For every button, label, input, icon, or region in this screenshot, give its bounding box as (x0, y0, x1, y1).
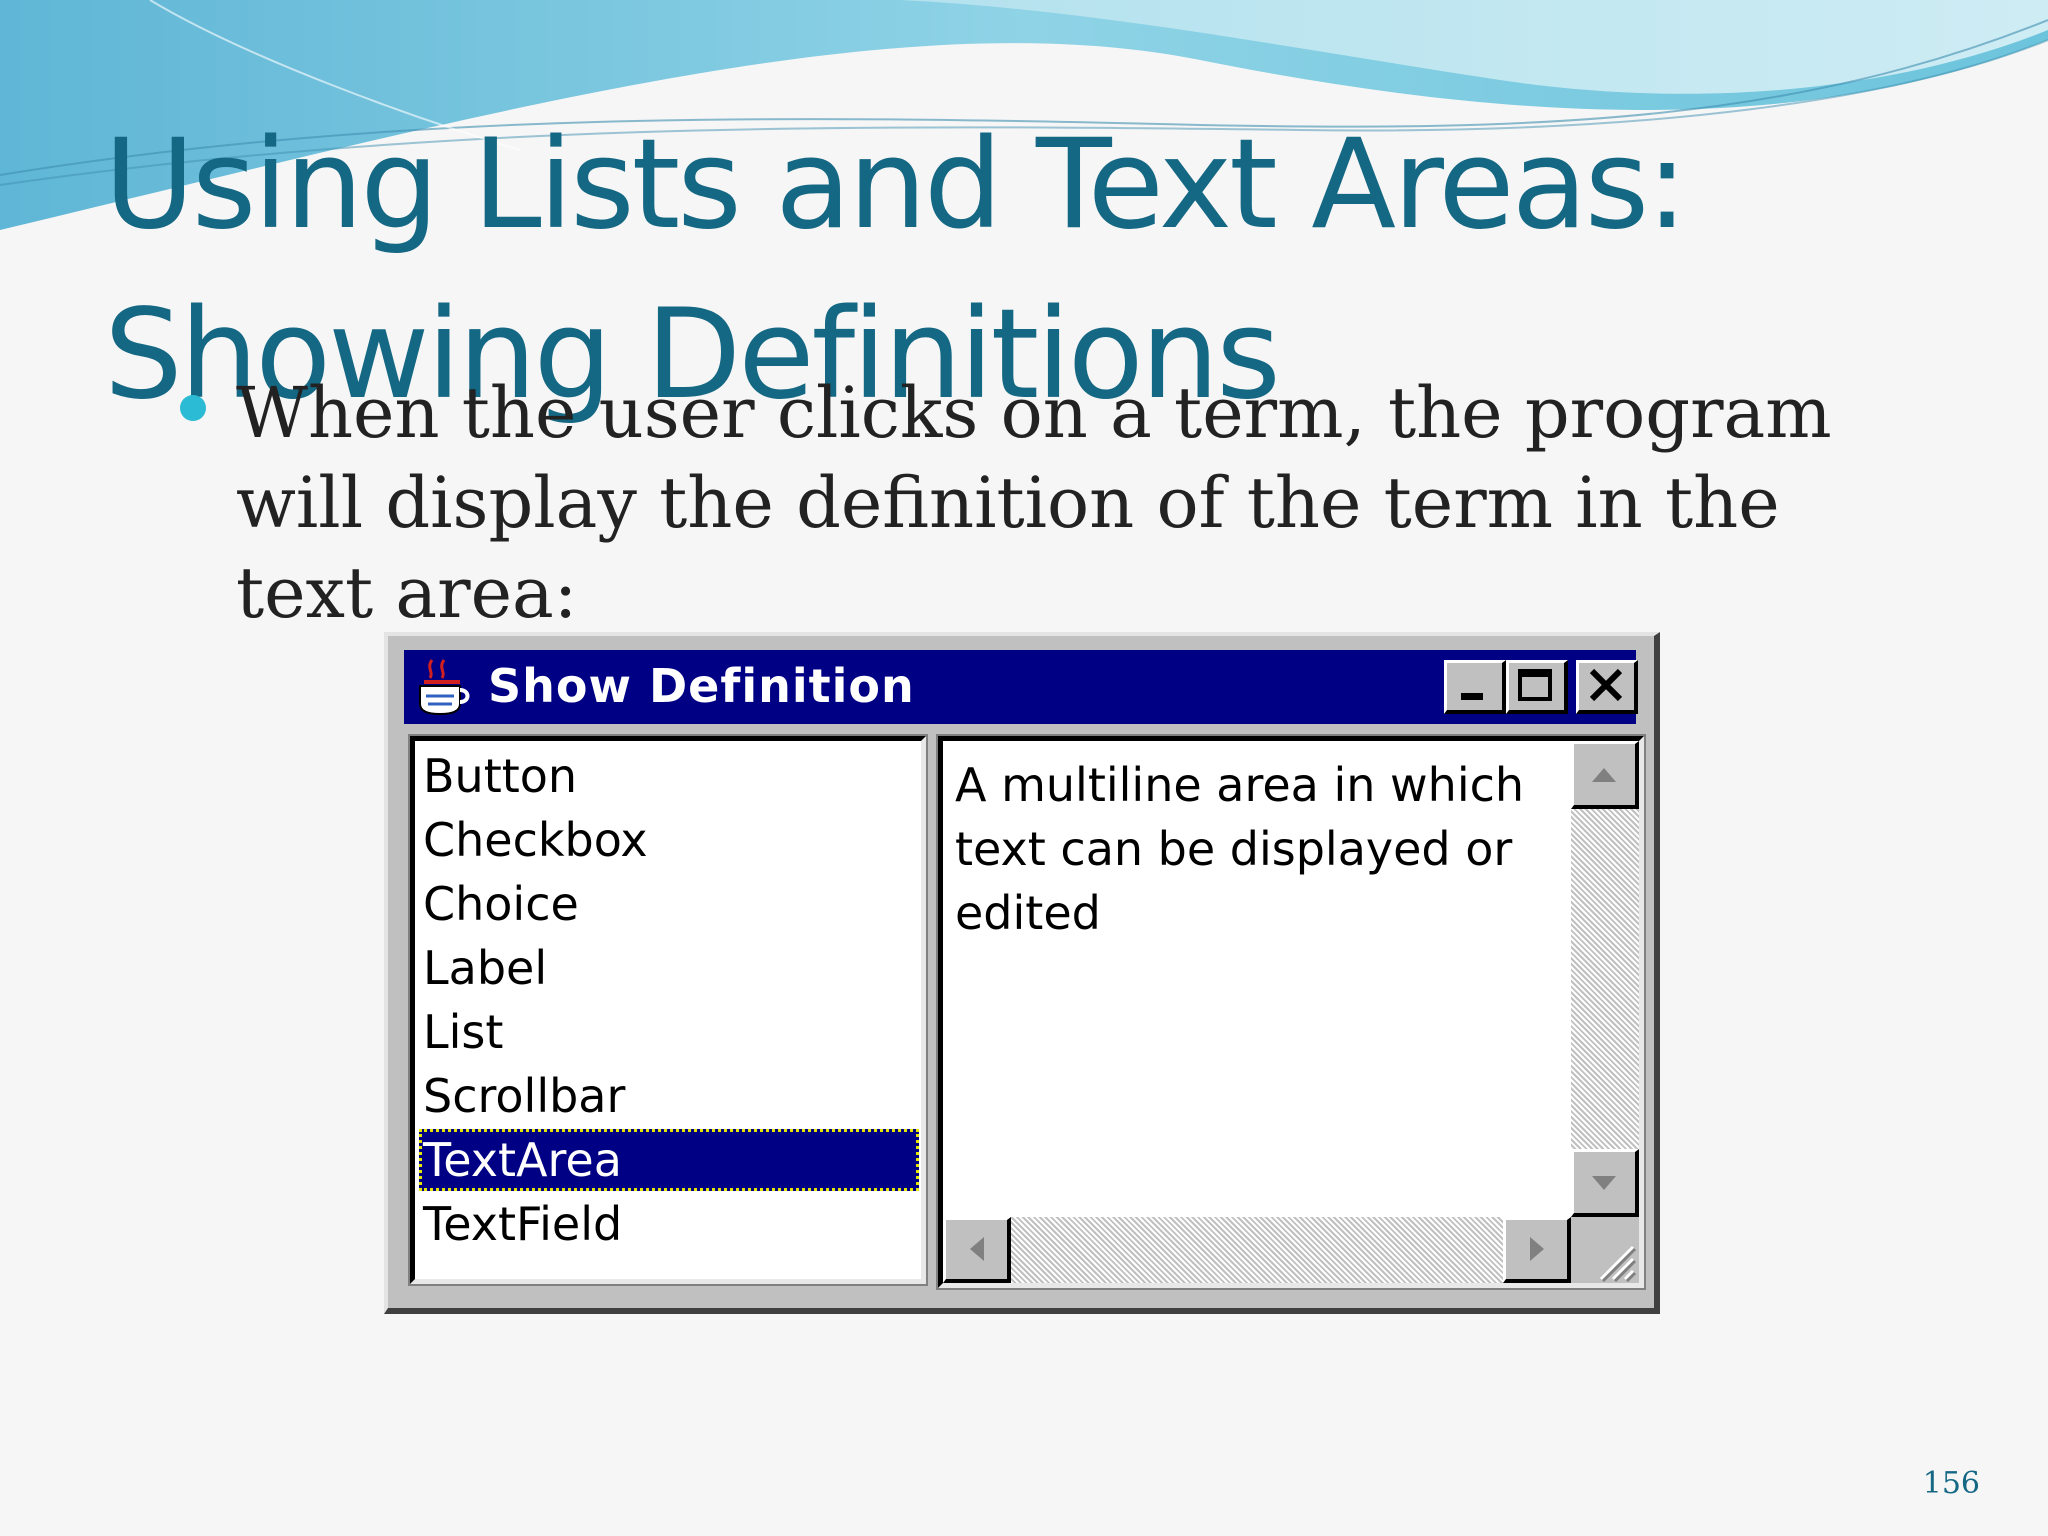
list-item-textarea[interactable]: TextArea (419, 1129, 919, 1191)
arrow-right-icon (1530, 1237, 1544, 1261)
bullet-text: When the user clicks on a term, the prog… (236, 372, 1832, 634)
scroll-down-button[interactable] (1571, 1149, 1639, 1217)
close-button[interactable] (1576, 660, 1638, 714)
arrow-up-icon (1592, 768, 1616, 782)
resize-grip[interactable] (1571, 1217, 1639, 1283)
scroll-right-button[interactable] (1503, 1217, 1571, 1283)
arrow-left-icon (970, 1237, 984, 1261)
maximize-icon (1518, 669, 1552, 701)
list-item-scrollbar[interactable]: Scrollbar (419, 1065, 919, 1127)
list-item-textfield[interactable]: TextField (419, 1193, 919, 1255)
minimize-button[interactable] (1444, 660, 1506, 714)
list-item-label[interactable]: Label (419, 937, 919, 999)
window-title: Show Definition (488, 659, 915, 713)
bullet-dot-icon (180, 395, 206, 421)
close-icon (1589, 668, 1623, 702)
scroll-left-button[interactable] (943, 1217, 1011, 1283)
vertical-scrollbar[interactable] (1571, 741, 1639, 1217)
java-app-icon (410, 656, 476, 722)
definition-text: A multiline area in which text can be di… (955, 753, 1575, 945)
definition-line-2: text can be displayed or (955, 822, 1513, 876)
definition-line-3: edited (955, 886, 1101, 940)
horizontal-scrollbar[interactable] (943, 1217, 1571, 1283)
maximize-button[interactable] (1506, 660, 1568, 714)
terms-list[interactable]: Button Checkbox Choice Label List Scroll… (408, 734, 928, 1286)
list-item-list[interactable]: List (419, 1001, 919, 1063)
list-item-button[interactable]: Button (419, 745, 919, 807)
slide-title-line-1: Using Lists and Text Areas: (104, 113, 1688, 257)
list-item-choice[interactable]: Choice (419, 873, 919, 935)
arrow-down-icon (1592, 1176, 1616, 1190)
show-definition-window: Show Definition Button Checkbox Choice L… (384, 632, 1660, 1314)
scroll-up-button[interactable] (1571, 741, 1639, 809)
minimize-icon (1461, 693, 1483, 700)
resize-grip-icon (1599, 1245, 1637, 1283)
page-number: 156 (1922, 1466, 1980, 1501)
definition-line-1: A multiline area in which (955, 758, 1525, 812)
definition-text-area[interactable]: A multiline area in which text can be di… (936, 734, 1646, 1290)
list-item-checkbox[interactable]: Checkbox (419, 809, 919, 871)
window-titlebar[interactable]: Show Definition (404, 650, 1638, 724)
